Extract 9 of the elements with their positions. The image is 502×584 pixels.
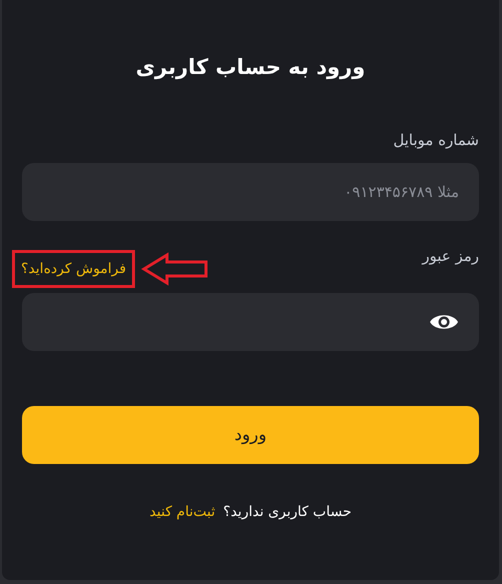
login-button[interactable]: ورود (22, 406, 479, 464)
password-input-field[interactable] (22, 293, 479, 351)
password-label: رمز عبور (422, 247, 479, 265)
mobile-input-field[interactable]: مثلا ۰۹۱۲۳۴۵۶۷۸۹ (22, 163, 479, 221)
no-account-text: حساب کاربری ندارید؟ (223, 504, 352, 520)
signup-link[interactable]: ثبت‌نام کنید (150, 504, 216, 520)
login-title: ورود به حساب کاربری (136, 55, 366, 79)
forgot-password-link[interactable]: فراموش کرده‌اید؟ (12, 250, 136, 288)
mobile-label: شماره موبایل (393, 131, 479, 149)
